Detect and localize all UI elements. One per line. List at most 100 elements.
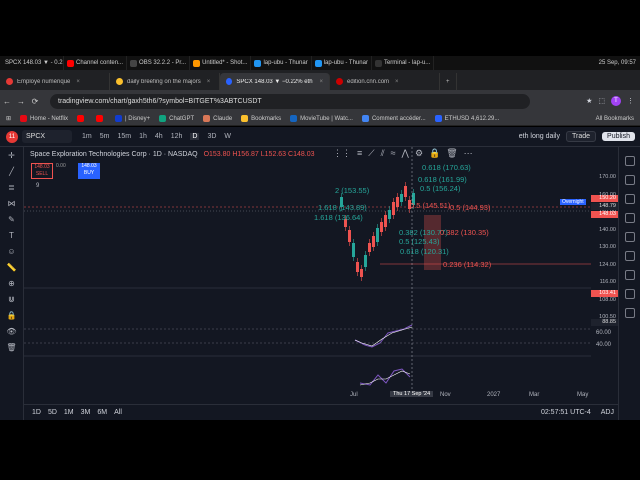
hotlist-icon[interactable] (624, 213, 635, 223)
smile-icon[interactable]: ☺ (5, 247, 19, 259)
timeframe-W[interactable]: W (224, 133, 231, 140)
timeframe-D[interactable]: D (190, 133, 200, 140)
zoom-icon[interactable]: ⊕ (5, 279, 19, 291)
profile-avatar[interactable]: T (611, 96, 621, 106)
settings-icon[interactable]: ⚙ (415, 148, 423, 159)
wave-icon[interactable]: ≈ (391, 148, 396, 159)
star-icon[interactable]: ★ (586, 97, 592, 105)
browser-tab[interactable]: daily breefing on the majors × (110, 73, 220, 90)
timeframe-15m[interactable]: 15m (117, 133, 131, 140)
range-1M[interactable]: 1M (64, 409, 74, 416)
buy-button[interactable]: 148.03 BUY (78, 163, 100, 179)
trendline-icon[interactable]: ╱ (5, 167, 19, 179)
timeframe-3D[interactable]: 3D (207, 133, 216, 140)
brush-icon[interactable]: ✎ (5, 215, 19, 227)
price-axis[interactable]: 170.00160.00150.00140.00130.00124.00116.… (591, 147, 618, 404)
time-axis[interactable]: Jul Nov 2027 Mar May (24, 390, 591, 402)
help-icon[interactable] (624, 308, 635, 318)
alerts-icon[interactable] (624, 175, 635, 185)
more-icon[interactable]: ⋯ (464, 148, 473, 159)
bookmark-item[interactable]: | Disney+ (115, 115, 150, 122)
range-1D[interactable]: 1D (32, 409, 41, 416)
timeframe-5m[interactable]: 5m (100, 133, 110, 140)
calendar-icon[interactable] (624, 232, 635, 242)
reload-icon[interactable]: ⟳ (28, 97, 42, 106)
forward-icon[interactable]: → (14, 97, 28, 106)
chart-pane[interactable]: 2 (153.55) 1.618 (143.89) 1.618 (136.64) 0.… (0, 147, 640, 404)
url-input[interactable]: tradingview.com/chart/gaxh5th6/?symbol=B… (50, 93, 530, 109)
browser-tab[interactable]: Employé numérique × (0, 73, 110, 90)
lock-tool-icon[interactable]: 🔒 (5, 311, 19, 323)
fib-level-label: 0.382 (130.35) (440, 228, 489, 237)
bookmark-item[interactable]: MovieTube | Watc... (290, 115, 353, 122)
sell-button[interactable]: 148.03 SELL (31, 163, 53, 179)
pitchfork-icon[interactable]: ⫽ (381, 148, 385, 159)
all-bookmarks-button[interactable]: All Bookmarks (596, 116, 640, 122)
os-task[interactable]: Channel conten... (64, 56, 128, 70)
extensions-icon[interactable]: ⬚ (598, 97, 605, 105)
os-task[interactable]: OBS 32.2.2 - Pr... (127, 56, 191, 70)
new-tab-icon[interactable]: + (440, 73, 457, 90)
bookmark-item[interactable]: Bookmarks (241, 115, 281, 122)
text-icon[interactable]: T (5, 231, 19, 243)
os-task[interactable]: Untitled* - Shot... (190, 56, 252, 70)
magnet-icon[interactable]: ⋓ (5, 295, 19, 307)
tab-close-icon[interactable]: × (319, 79, 323, 85)
symbol-search[interactable]: SPCX (22, 130, 72, 143)
ruler-icon[interactable]: 📏 (5, 263, 19, 275)
bookmark-item[interactable]: Claude (203, 115, 232, 122)
range-All[interactable]: All (114, 409, 122, 416)
trash-icon[interactable]: 🗑 (446, 148, 457, 159)
fib-icon[interactable]: ≣ (5, 183, 19, 195)
bookmark-item[interactable] (77, 115, 87, 122)
bookmark-item[interactable]: Home - Netflix (20, 115, 68, 122)
bookmark-item[interactable]: ChatGPT (159, 115, 194, 122)
indicator-count[interactable]: 9 (36, 183, 39, 189)
os-task[interactable]: lap-ubu - Thunar (251, 56, 312, 70)
publish-button[interactable]: Publish (602, 132, 635, 141)
data-window-icon[interactable] (624, 194, 635, 204)
adj-toggle[interactable]: ADJ (601, 409, 614, 416)
range-5D[interactable]: 5D (48, 409, 57, 416)
cursor-icon[interactable]: ✛ (5, 151, 19, 163)
fib-tool-icon[interactable]: ≡ (357, 148, 362, 159)
delete-icon[interactable]: 🗑 (5, 343, 19, 355)
trade-button[interactable]: Trade (566, 131, 597, 142)
watchlist-icon[interactable] (624, 156, 635, 166)
line-tool-icon[interactable]: ⟋ (368, 148, 374, 159)
pattern-icon[interactable]: ⋀ (402, 148, 409, 159)
apps-icon[interactable]: ⊞ (0, 115, 11, 122)
bookmark-item[interactable] (96, 115, 106, 122)
timeframe-1m[interactable]: 1m (82, 133, 92, 140)
back-icon[interactable]: ← (0, 97, 14, 106)
browser-tab[interactable]: SPCX 148.03 ▼ −0.22% eth l... × (220, 73, 330, 90)
range-6M[interactable]: 6M (97, 409, 107, 416)
os-task[interactable]: Terminal - lap-u... (372, 56, 435, 70)
browser-tab[interactable]: edition.cnn.com × (330, 73, 440, 90)
bookmark-item[interactable]: ETHUSD 4,612.29... (434, 115, 499, 122)
eye-icon[interactable]: 👁 (5, 327, 19, 339)
tab-close-icon[interactable]: × (395, 79, 399, 85)
timezone-clock[interactable]: 02:57:51 UTC-4 (541, 409, 591, 416)
pattern-icon[interactable]: ⋈ (5, 199, 19, 211)
bookmark-item[interactable]: Comment accéder... (361, 115, 426, 122)
ideas-icon[interactable] (624, 251, 635, 261)
tab-close-icon[interactable]: × (207, 79, 211, 85)
os-task[interactable]: lap-ubu - Thunar (312, 56, 372, 70)
chat-icon[interactable] (624, 270, 635, 280)
os-task-label: SPCX 148.03 ▼ - 0.22% eth lo... (5, 60, 63, 66)
chart-canvas[interactable]: 2 (153.55) 1.618 (143.89)1.618 (136.64) 0.… (0, 147, 640, 404)
os-task[interactable]: SPCX 148.03 ▼ - 0.22% eth lo... (0, 56, 64, 70)
notifications-icon[interactable] (624, 289, 635, 299)
lock-icon[interactable]: 🔒 (429, 148, 440, 159)
timeframe-1h[interactable]: 1h (139, 133, 147, 140)
timeframe-4h[interactable]: 4h (155, 133, 163, 140)
fib-level-label: 1.618 (143.89) (318, 203, 367, 212)
tv-logo-icon[interactable]: 11 (6, 130, 18, 143)
layout-name[interactable]: eth long daily (519, 133, 560, 140)
drag-handle-icon[interactable]: ⋮⋮ (333, 148, 351, 159)
tab-close-icon[interactable]: × (76, 79, 80, 85)
menu-icon[interactable]: ⋮ (627, 97, 634, 105)
range-3M[interactable]: 3M (81, 409, 91, 416)
timeframe-12h[interactable]: 12h (171, 133, 183, 140)
